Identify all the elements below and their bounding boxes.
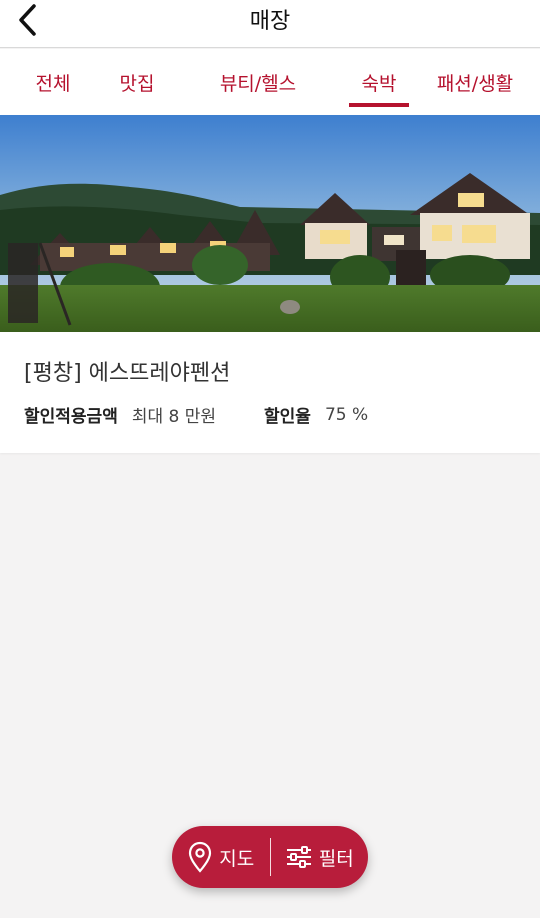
store-discount-info: 할인적용금액 최대 8 만원 할인율 75 % <box>24 402 369 428</box>
tab-active-underline <box>349 103 409 107</box>
filter-label: 필터 <box>318 847 354 870</box>
store-photo <box>0 115 540 332</box>
store-name: [평창] 에스뜨레야펜션 <box>24 361 231 386</box>
map-filter-toggle: 지도 필터 <box>172 826 368 888</box>
tab-label: 숙박 <box>361 72 397 95</box>
store-card[interactable]: [평창] 에스뜨레야펜션 할인적용금액 최대 8 만원 할인율 75 % <box>0 115 540 453</box>
tab-restaurants[interactable]: 맛집 <box>106 49 168 115</box>
discount-rate-label: 할인율 <box>264 407 311 427</box>
map-pin-icon <box>189 841 212 873</box>
chevron-left-icon <box>19 4 36 36</box>
tab-label: 맛집 <box>119 72 155 95</box>
tab-all[interactable]: 전체 <box>0 49 106 115</box>
discount-rate-value: 75 % <box>324 404 369 425</box>
page-title: 매장 <box>249 8 291 34</box>
tab-lodging[interactable]: 숙박 <box>348 49 410 115</box>
back-button[interactable] <box>8 0 48 40</box>
app-screen: 매장 전체 맛집 뷰티/헬스 숙박 패션/생활 [평창] 에스뜨레야펜션 할인적… <box>0 0 540 918</box>
category-tabs: 전체 맛집 뷰티/헬스 숙박 패션/생활 <box>0 49 540 115</box>
map-label: 지도 <box>219 847 255 870</box>
discount-amount-value: 최대 8 만원 <box>131 407 217 427</box>
header-bar: 매장 <box>0 0 540 48</box>
tab-label: 전체 <box>35 72 71 95</box>
tab-fashion-living[interactable]: 패션/생활 <box>410 49 540 115</box>
tab-beauty-health[interactable]: 뷰티/헬스 <box>168 49 348 115</box>
tab-label: 뷰티/헬스 <box>219 72 297 95</box>
sliders-icon <box>286 846 311 868</box>
discount-amount-label: 할인적용금액 <box>24 407 118 427</box>
map-button[interactable]: 지도 <box>172 826 270 888</box>
filter-button[interactable]: 필터 <box>271 826 369 888</box>
tab-label: 패션/생활 <box>436 72 514 95</box>
